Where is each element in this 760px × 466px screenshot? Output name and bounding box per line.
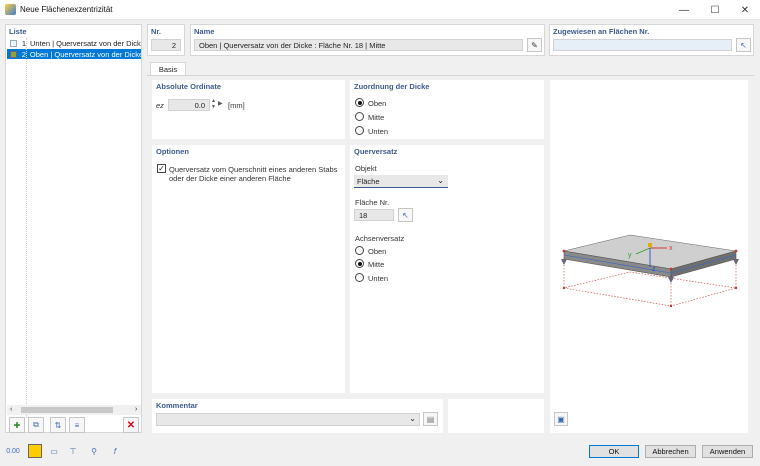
cancel-button[interactable]: Abbrechen — [645, 445, 696, 458]
formula-icon[interactable]: f — [108, 444, 122, 458]
number-label: Nr. — [151, 27, 162, 36]
minimize-button[interactable]: — — [669, 0, 699, 20]
scrollbar-thumb[interactable] — [21, 407, 113, 413]
color-swatch — [10, 39, 17, 47]
object-select[interactable]: Fläche ⌄ — [354, 175, 448, 188]
offset-panel: Querversatz Objekt Fläche ⌄ Fläche Nr. 1… — [350, 145, 544, 393]
list-item-selected[interactable]: 2 Oben | Querversatz von der Dicke : — [7, 49, 141, 59]
radio-bottom-label: Unten — [368, 127, 389, 136]
title-bar: Neue Flächenexzentrizität — ☐ ✕ — [0, 0, 760, 20]
tab-basis-label: Basis — [158, 65, 178, 74]
horizontal-scrollbar[interactable]: ‹ › — [7, 405, 141, 415]
copy-item-icon[interactable]: ⧉ — [28, 417, 44, 433]
offset-checkbox[interactable]: ✓ — [157, 164, 166, 173]
view-options-icon[interactable]: ▣ — [554, 412, 568, 426]
object-label: Objekt — [355, 164, 377, 173]
list-panel: Liste 1 Unten | Querversatz von der Dick… — [5, 24, 142, 433]
radio-middle-label: Mitte — [368, 113, 385, 122]
scroll-left-icon[interactable]: ‹ — [10, 406, 12, 413]
preview-panel: x y z ▣ — [550, 80, 748, 433]
sort-list-icon[interactable]: ⇅ — [50, 417, 66, 433]
checkbox-label-line2: oder der Dicke einer anderen Fläche — [169, 174, 291, 183]
radio-top-label: Oben — [368, 99, 387, 108]
radio-middle[interactable] — [355, 112, 364, 121]
radio-axis-middle[interactable] — [355, 259, 364, 268]
axis-x-label: x — [669, 245, 673, 252]
offset-title: Querversatz — [354, 147, 398, 156]
scroll-right-icon[interactable]: › — [135, 406, 137, 413]
comment-panel: Kommentar ⌄ ▤ — [152, 399, 443, 433]
name-label: Name — [194, 27, 215, 36]
number-field[interactable]: 2 — [151, 39, 181, 51]
comment-library-icon[interactable]: ▤ — [423, 412, 438, 426]
radio-axis-bottom[interactable] — [355, 273, 364, 282]
radio-top[interactable] — [355, 98, 364, 107]
filter-icon[interactable]: ⚲ — [87, 444, 101, 458]
color-swatch — [10, 50, 17, 58]
surface-field[interactable]: 18 — [354, 209, 394, 221]
color-icon[interactable] — [28, 444, 42, 458]
surface-preview-graphic: x y z — [561, 234, 739, 308]
ordinate-unit: [mm] — [228, 101, 245, 110]
ordinate-panel: Absolute Ordinate ez 0.0 ▲ ▼ ▶ [mm] — [152, 80, 345, 139]
radio-axis-top[interactable] — [355, 246, 364, 255]
comment-title: Kommentar — [156, 401, 198, 410]
tab-basis[interactable]: Basis — [150, 62, 186, 76]
axis-z-label: z — [652, 266, 656, 273]
radio-axis-bottom-label: Unten — [368, 274, 389, 283]
section-icon[interactable]: ⊤ — [66, 444, 80, 458]
list-item[interactable]: 1 Unten | Querversatz von der Dicke — [7, 38, 141, 48]
close-button[interactable]: ✕ — [730, 0, 760, 20]
display-icon[interactable]: ▭ — [47, 444, 61, 458]
radio-bottom[interactable] — [355, 126, 364, 135]
assigned-panel: Zugewiesen an Flächen Nr. ↖ — [549, 24, 754, 56]
chevron-down-icon: ⌄ — [409, 414, 416, 423]
comment-input[interactable]: ⌄ — [156, 413, 420, 426]
eccentricity-symbol: ez — [156, 101, 164, 110]
ok-button[interactable]: OK — [589, 445, 639, 458]
ordinate-arrow-icon[interactable]: ▶ — [218, 100, 223, 107]
list-item-label: Unten | Querversatz von der Dicke — [30, 38, 141, 48]
assigned-field[interactable] — [553, 39, 732, 51]
ordinate-input[interactable]: 0.0 — [168, 99, 210, 111]
maximize-button[interactable]: ☐ — [700, 0, 730, 20]
ordinate-spinner-icon[interactable]: ▲ ▼ — [211, 98, 216, 110]
axis-y-label: y — [628, 252, 632, 259]
checkbox-label-line1: Querversatz vom Querschnitt eines andere… — [169, 165, 338, 174]
delete-icon[interactable]: ✕ — [123, 417, 139, 433]
chevron-down-icon: ⌄ — [437, 176, 444, 185]
radio-axis-top-label: Oben — [368, 247, 387, 256]
options-panel: Optionen ✓ Querversatz vom Querschnitt e… — [152, 145, 345, 393]
select-surface-icon[interactable]: ↖ — [398, 208, 413, 222]
units-icon[interactable]: 0.00 — [6, 444, 20, 458]
new-item-icon[interactable]: ✚ — [9, 417, 25, 433]
thickness-panel: Zuordnung der Dicke Oben Mitte Unten — [350, 80, 544, 139]
edit-name-icon[interactable]: ✎ — [527, 38, 542, 52]
name-field[interactable]: Oben | Querversatz von der Dicke : Fläch… — [194, 39, 523, 51]
tree-guide — [26, 38, 27, 418]
thickness-title: Zuordnung der Dicke — [354, 82, 430, 91]
options-title: Optionen — [156, 147, 189, 156]
number-panel: Nr. 2 — [147, 24, 185, 56]
surface-label: Fläche Nr. — [355, 198, 390, 207]
list-header: Liste — [9, 27, 27, 36]
app-icon — [5, 4, 16, 15]
empty-panel — [448, 399, 544, 433]
radio-axis-middle-label: Mitte — [368, 260, 385, 269]
apply-button[interactable]: Anwenden — [702, 445, 753, 458]
axis-label: Achsenversatz — [355, 234, 405, 243]
window-title: Neue Flächenexzentrizität — [20, 5, 113, 14]
name-panel: Name Oben | Querversatz von der Dicke : … — [190, 24, 545, 56]
select-surface-icon[interactable]: ↖ — [736, 38, 751, 52]
assigned-label: Zugewiesen an Flächen Nr. — [553, 27, 650, 36]
list-item-label: Oben | Querversatz von der Dicke : — [29, 49, 141, 59]
object-select-value: Fläche — [357, 177, 380, 186]
filter-list-icon[interactable]: ≡ — [69, 417, 85, 433]
ordinate-title: Absolute Ordinate — [156, 82, 222, 91]
